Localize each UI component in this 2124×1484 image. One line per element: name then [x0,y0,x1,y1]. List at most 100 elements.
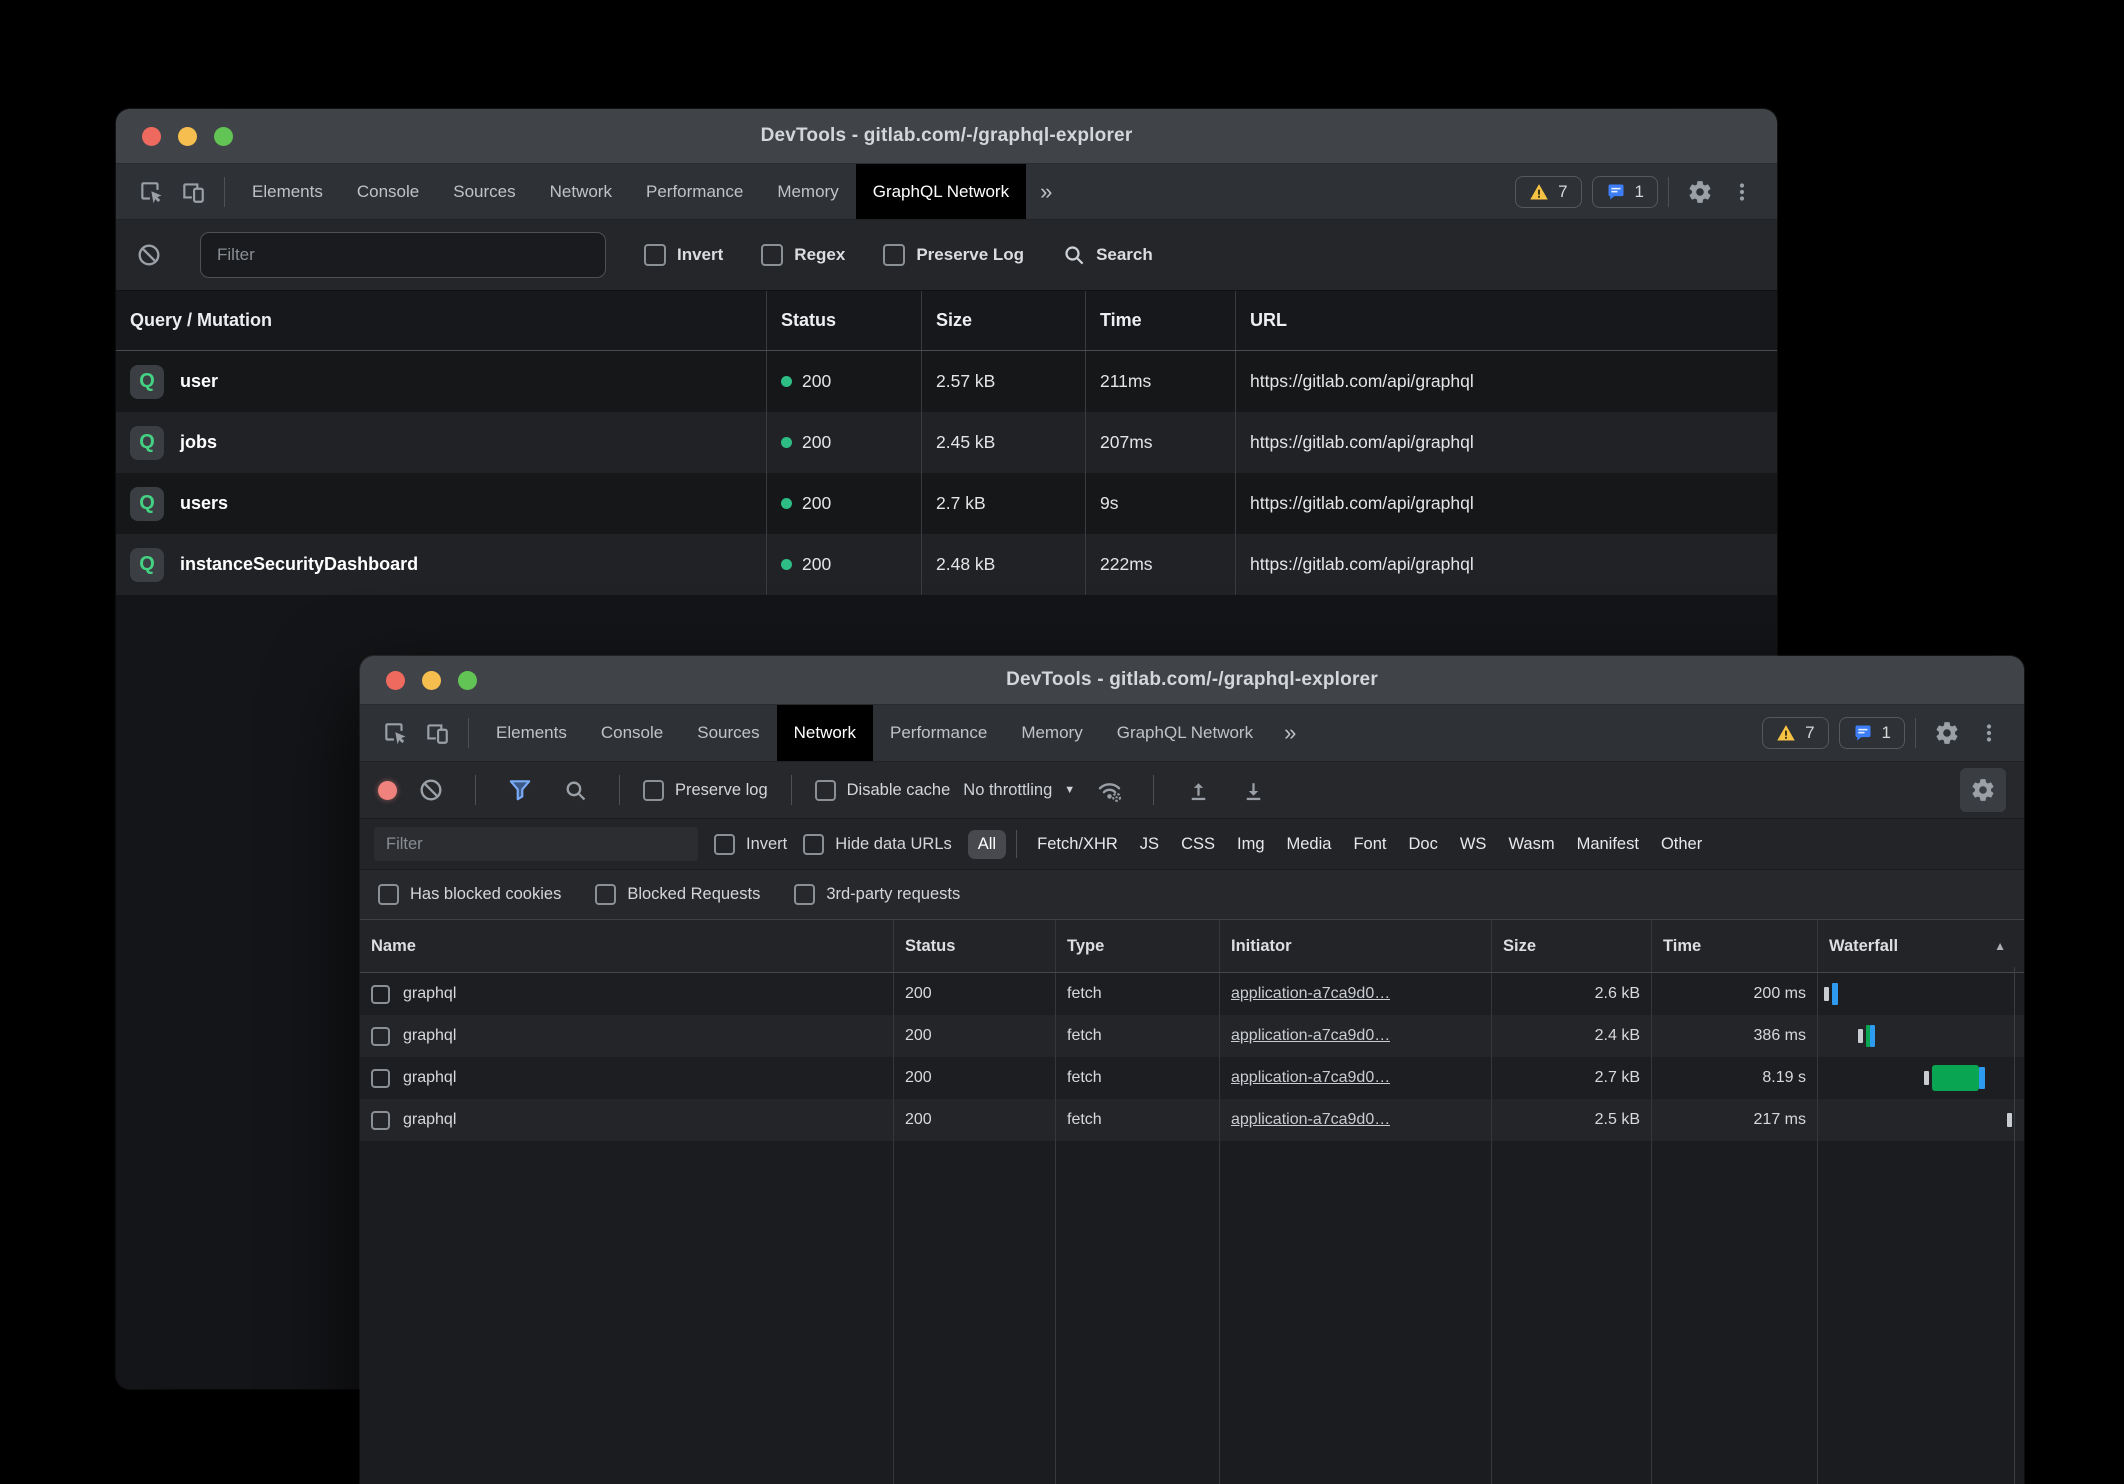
device-toolbar-icon[interactable] [172,171,214,213]
column-header[interactable]: URL [1236,291,1777,350]
type-filter[interactable]: CSS [1171,830,1225,859]
more-options-icon[interactable] [1721,171,1763,213]
table-row[interactable]: graphql 200 fetch application-a7ca9d0… 2… [360,1099,2024,1141]
search-icon[interactable] [554,769,596,811]
clear-network-log-icon[interactable] [410,769,452,811]
type-filter[interactable]: Fetch/XHR [1027,830,1128,859]
table-row[interactable]: Q instanceSecurityDashboard 200 2.48 kB … [116,534,1777,595]
more-tabs-icon[interactable]: » [1270,720,1310,746]
row-checkbox[interactable] [371,1027,390,1046]
column-header[interactable]: Time [1086,291,1236,350]
panel-tab[interactable]: GraphQL Network [856,164,1026,219]
panel-tab[interactable]: Memory [1004,705,1099,761]
network-settings-button[interactable] [1960,768,2006,812]
gql-filter-input[interactable]: Filter [200,232,606,278]
table-row[interactable]: graphql 200 fetch application-a7ca9d0… 2… [360,1057,2024,1099]
checkbox[interactable] [644,244,666,266]
warnings-badge[interactable]: 7 [1762,717,1828,749]
titlebar[interactable]: DevTools - gitlab.com/-/graphql-explorer [116,109,1777,164]
panel-tab[interactable]: Performance [629,164,760,219]
network-option[interactable]: Has blocked cookies [378,884,561,905]
checkbox[interactable] [761,244,783,266]
waterfall-cell[interactable] [1818,1099,2024,1141]
type-filter[interactable]: Manifest [1567,830,1649,859]
checkbox[interactable] [803,834,824,855]
import-har-icon[interactable] [1177,769,1219,811]
checkbox[interactable] [794,884,815,905]
type-filter[interactable]: Other [1651,830,1712,859]
network-filter-input[interactable]: Filter [374,827,698,861]
type-filter[interactable]: Font [1343,830,1396,859]
network-option[interactable]: 3rd-party requests [794,884,960,905]
issues-badge[interactable]: 1 [1839,717,1905,749]
maximize-window-button[interactable] [458,671,477,690]
checkbox[interactable] [883,244,905,266]
checkbox[interactable] [378,884,399,905]
table-row[interactable]: Q jobs 200 2.45 kB 207ms https://gitlab.… [116,412,1777,473]
type-filter[interactable]: Media [1277,830,1342,859]
inspect-element-icon[interactable] [130,171,172,213]
column-header[interactable]: Size [1492,920,1652,972]
minimize-window-button[interactable] [422,671,441,690]
row-checkbox[interactable] [371,985,390,1004]
filter-option[interactable]: Invert [644,244,723,266]
panel-tab[interactable]: Console [340,164,436,219]
close-window-button[interactable] [142,127,161,146]
panel-tab[interactable]: Memory [760,164,855,219]
row-checkbox[interactable] [371,1111,390,1130]
checkbox[interactable] [714,834,735,855]
throttling-dropdown[interactable]: No throttling ▼ [963,781,1075,800]
column-header[interactable]: Size [922,291,1086,350]
column-header[interactable]: Type [1056,920,1220,972]
filter-funnel-icon[interactable] [499,769,541,811]
type-filter[interactable]: Wasm [1498,830,1564,859]
panel-tab[interactable]: Elements [479,705,584,761]
gql-search-button[interactable]: Search [1062,243,1153,267]
more-options-icon[interactable] [1968,712,2010,754]
column-header[interactable]: Name [360,920,894,972]
sort-ascending-icon[interactable]: ▲ [1994,939,2006,953]
panel-tab[interactable]: Sources [436,164,532,219]
network-option[interactable]: Blocked Requests [595,884,760,905]
record-network-log-icon[interactable] [378,781,397,800]
initiator-link[interactable]: application-a7ca9d0… [1231,1111,1390,1129]
disable-cache-option[interactable]: Disable cache [815,780,951,801]
type-filter[interactable]: JS [1130,830,1169,859]
inspect-element-icon[interactable] [374,712,416,754]
column-header[interactable]: Status [894,920,1056,972]
type-filter[interactable]: Img [1227,830,1275,859]
panel-tab[interactable]: GraphQL Network [1100,705,1270,761]
column-header[interactable]: Initiator [1220,920,1492,972]
network-conditions-icon[interactable] [1088,769,1130,811]
table-row[interactable]: Q users 200 2.7 kB 9s https://gitlab.com… [116,473,1777,534]
clear-icon[interactable] [136,242,162,268]
invert-option[interactable]: Invert [714,834,787,855]
waterfall-cell[interactable] [1818,973,2024,1015]
more-tabs-icon[interactable]: » [1026,179,1066,205]
warnings-badge[interactable]: 7 [1515,176,1581,208]
filter-option[interactable]: Preserve Log [883,244,1024,266]
close-window-button[interactable] [386,671,405,690]
checkbox[interactable] [643,780,664,801]
panel-tab[interactable]: Performance [873,705,1004,761]
minimize-window-button[interactable] [178,127,197,146]
panel-tab[interactable]: Elements [235,164,340,219]
column-header[interactable]: Query / Mutation [116,291,767,350]
panel-tab[interactable]: Network [533,164,629,219]
preserve-log-option[interactable]: Preserve log [643,780,768,801]
column-header-waterfall[interactable]: Waterfall ▲ [1818,920,2024,972]
initiator-link[interactable]: application-a7ca9d0… [1231,1069,1390,1087]
export-har-icon[interactable] [1232,769,1274,811]
maximize-window-button[interactable] [214,127,233,146]
filter-option[interactable]: Regex [761,244,845,266]
row-checkbox[interactable] [371,1069,390,1088]
panel-tab[interactable]: Console [584,705,680,761]
table-row[interactable]: Q user 200 2.57 kB 211ms https://gitlab.… [116,351,1777,412]
initiator-link[interactable]: application-a7ca9d0… [1231,1027,1390,1045]
type-filter[interactable]: WS [1450,830,1497,859]
type-filter[interactable]: Doc [1399,830,1448,859]
initiator-link[interactable]: application-a7ca9d0… [1231,985,1390,1003]
device-toolbar-icon[interactable] [416,712,458,754]
checkbox[interactable] [595,884,616,905]
settings-gear-icon[interactable] [1679,171,1721,213]
